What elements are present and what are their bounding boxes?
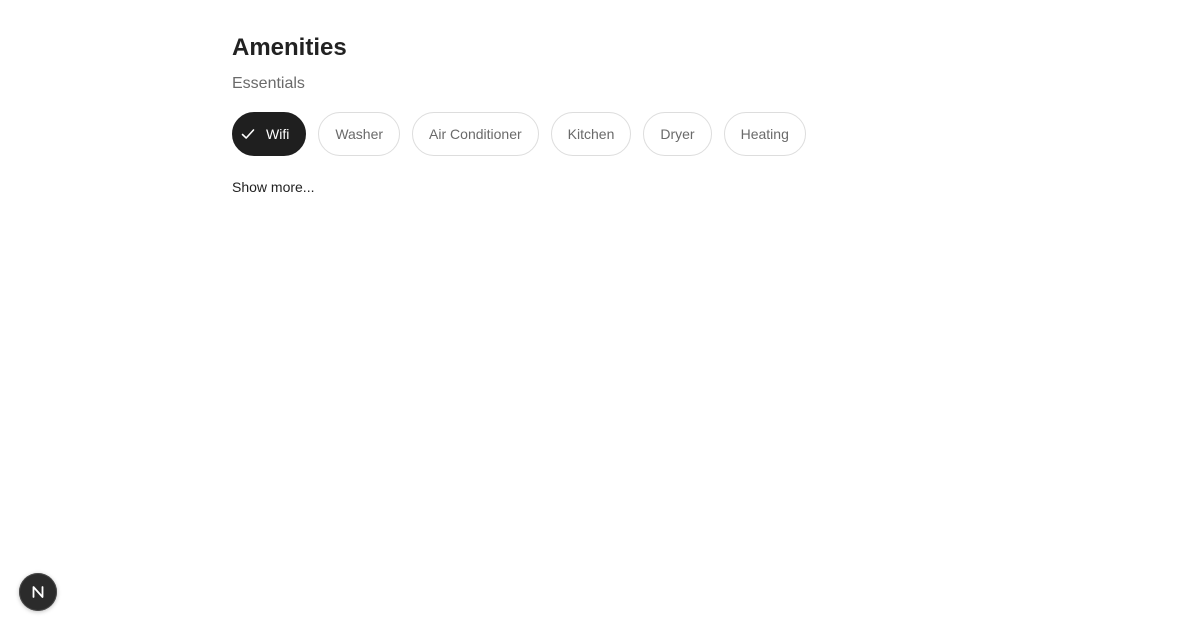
amenity-chip-dryer[interactable]: Dryer [643,112,712,156]
next-dev-tools-button[interactable] [19,573,57,611]
next-logo-icon [32,586,44,598]
amenity-chip-label: Dryer [660,126,695,142]
amenity-chip-label: Heating [740,126,789,142]
amenity-chip-label: Kitchen [567,126,615,142]
amenity-chip-wifi[interactable]: Wifi [232,112,307,156]
amenity-chip-heating[interactable]: Heating [723,112,806,156]
amenity-chip-label: Washer [335,126,384,142]
section-subtitle: Essentials [232,75,305,92]
amenity-chip-label: Air Conditioner [429,126,522,142]
section-title: Amenities [232,34,347,61]
check-icon [241,129,255,139]
amenity-chip-list: Wifi Washer Air Conditioner Kitchen Drye… [232,112,806,156]
amenities-section: Amenities Essentials Wifi Washer Air Con… [232,33,806,197]
amenity-chip-label: Wifi [266,126,290,142]
amenity-chip-air-conditioner[interactable]: Air Conditioner [412,112,539,156]
amenity-chip-washer[interactable]: Washer [318,112,401,156]
show-more-link[interactable]: Show more... [232,178,314,196]
page: Amenities Essentials Wifi Washer Air Con… [0,0,1200,630]
amenity-chip-kitchen[interactable]: Kitchen [550,112,632,156]
